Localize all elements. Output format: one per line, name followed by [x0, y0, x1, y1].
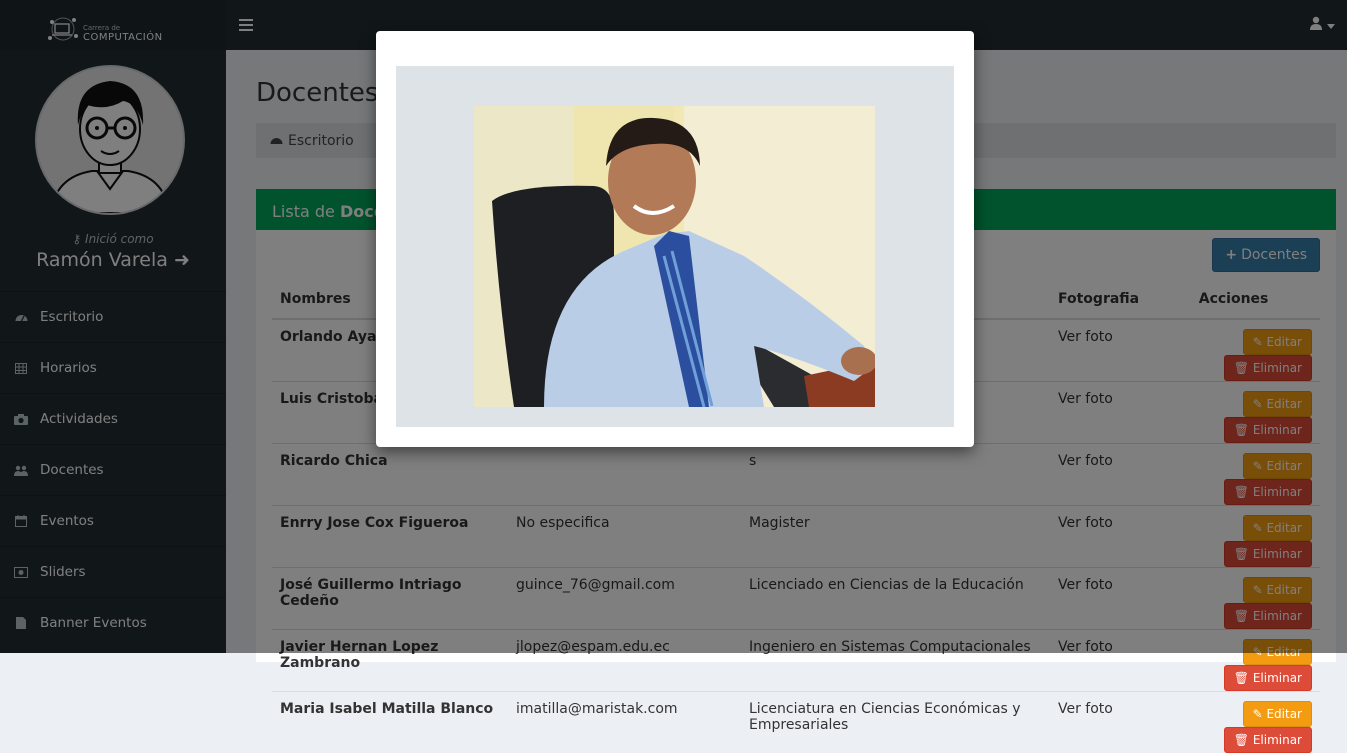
docente-name: Maria Isabel Matilla Blanco	[272, 692, 508, 753]
photo-modal-body	[396, 66, 954, 427]
docente-email: imatilla@maristak.com	[508, 692, 741, 753]
trash-icon: 🗑	[1234, 733, 1249, 747]
table-row: Maria Isabel Matilla Blancoimatilla@mari…	[272, 692, 1320, 753]
docente-title: Licenciatura en Ciencias Económicas y Em…	[741, 692, 1050, 753]
photo-modal	[376, 31, 974, 447]
edit-button[interactable]: ✎ Editar	[1243, 701, 1312, 727]
row-actions: ✎ Editar🗑 Eliminar	[1147, 692, 1320, 753]
delete-button[interactable]: 🗑 Eliminar	[1224, 665, 1312, 691]
trash-icon: 🗑	[1234, 671, 1249, 685]
docente-photo	[474, 106, 875, 407]
view-photo-link[interactable]: Ver foto	[1050, 692, 1147, 753]
delete-button[interactable]: 🗑 Eliminar	[1224, 727, 1312, 753]
pencil-icon: ✎	[1253, 707, 1263, 721]
